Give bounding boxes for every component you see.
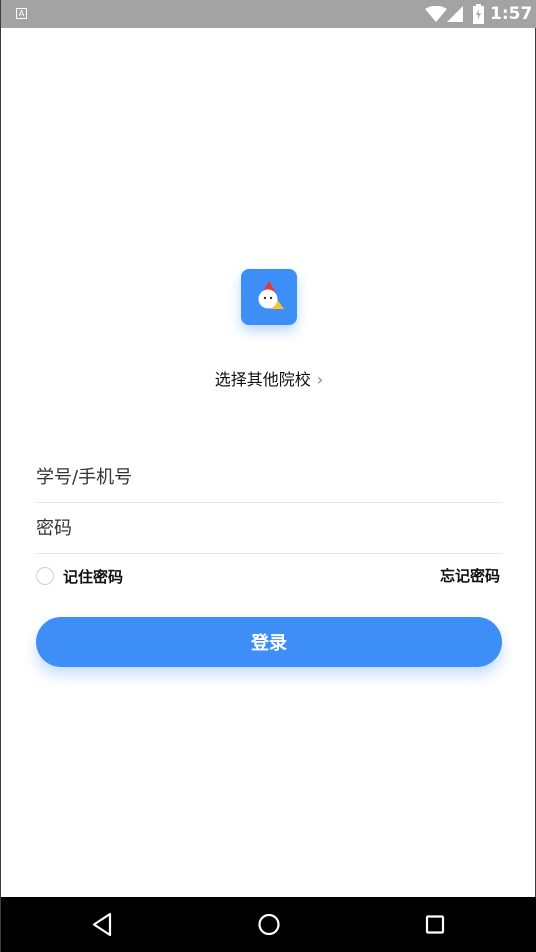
login-button[interactable]: 登录 (36, 617, 502, 667)
forgot-password-link[interactable]: 忘记密码 (440, 565, 500, 587)
status-bar: A 1:57 (1, 0, 536, 28)
remember-password-option[interactable]: 记住密码 (36, 565, 123, 587)
home-icon[interactable] (239, 897, 299, 952)
login-screen: A 1:57 选择其他院校 › 记住密码 忘记密码 (0, 0, 536, 952)
back-icon[interactable] (72, 897, 132, 952)
status-clock: 1:57 (490, 4, 533, 24)
wifi-icon (425, 6, 447, 22)
notification-icon: A (16, 8, 27, 19)
battery-charging-icon (473, 4, 484, 24)
password-input[interactable] (36, 504, 502, 553)
app-logo (241, 269, 297, 325)
username-input[interactable] (36, 453, 502, 502)
select-school-link[interactable]: 选择其他院校 › (1, 368, 536, 392)
remember-password-label: 记住密码 (63, 567, 124, 586)
username-field (36, 453, 502, 503)
remember-password-radio[interactable] (36, 567, 54, 585)
system-nav-bar (1, 897, 536, 952)
select-school-label: 选择其他院校 (214, 370, 311, 389)
recent-apps-icon[interactable] (405, 897, 465, 952)
cellular-signal-icon (447, 6, 463, 22)
password-field (36, 504, 502, 554)
app-logo-icon (258, 281, 284, 309)
chevron-right-icon: › (316, 370, 324, 389)
